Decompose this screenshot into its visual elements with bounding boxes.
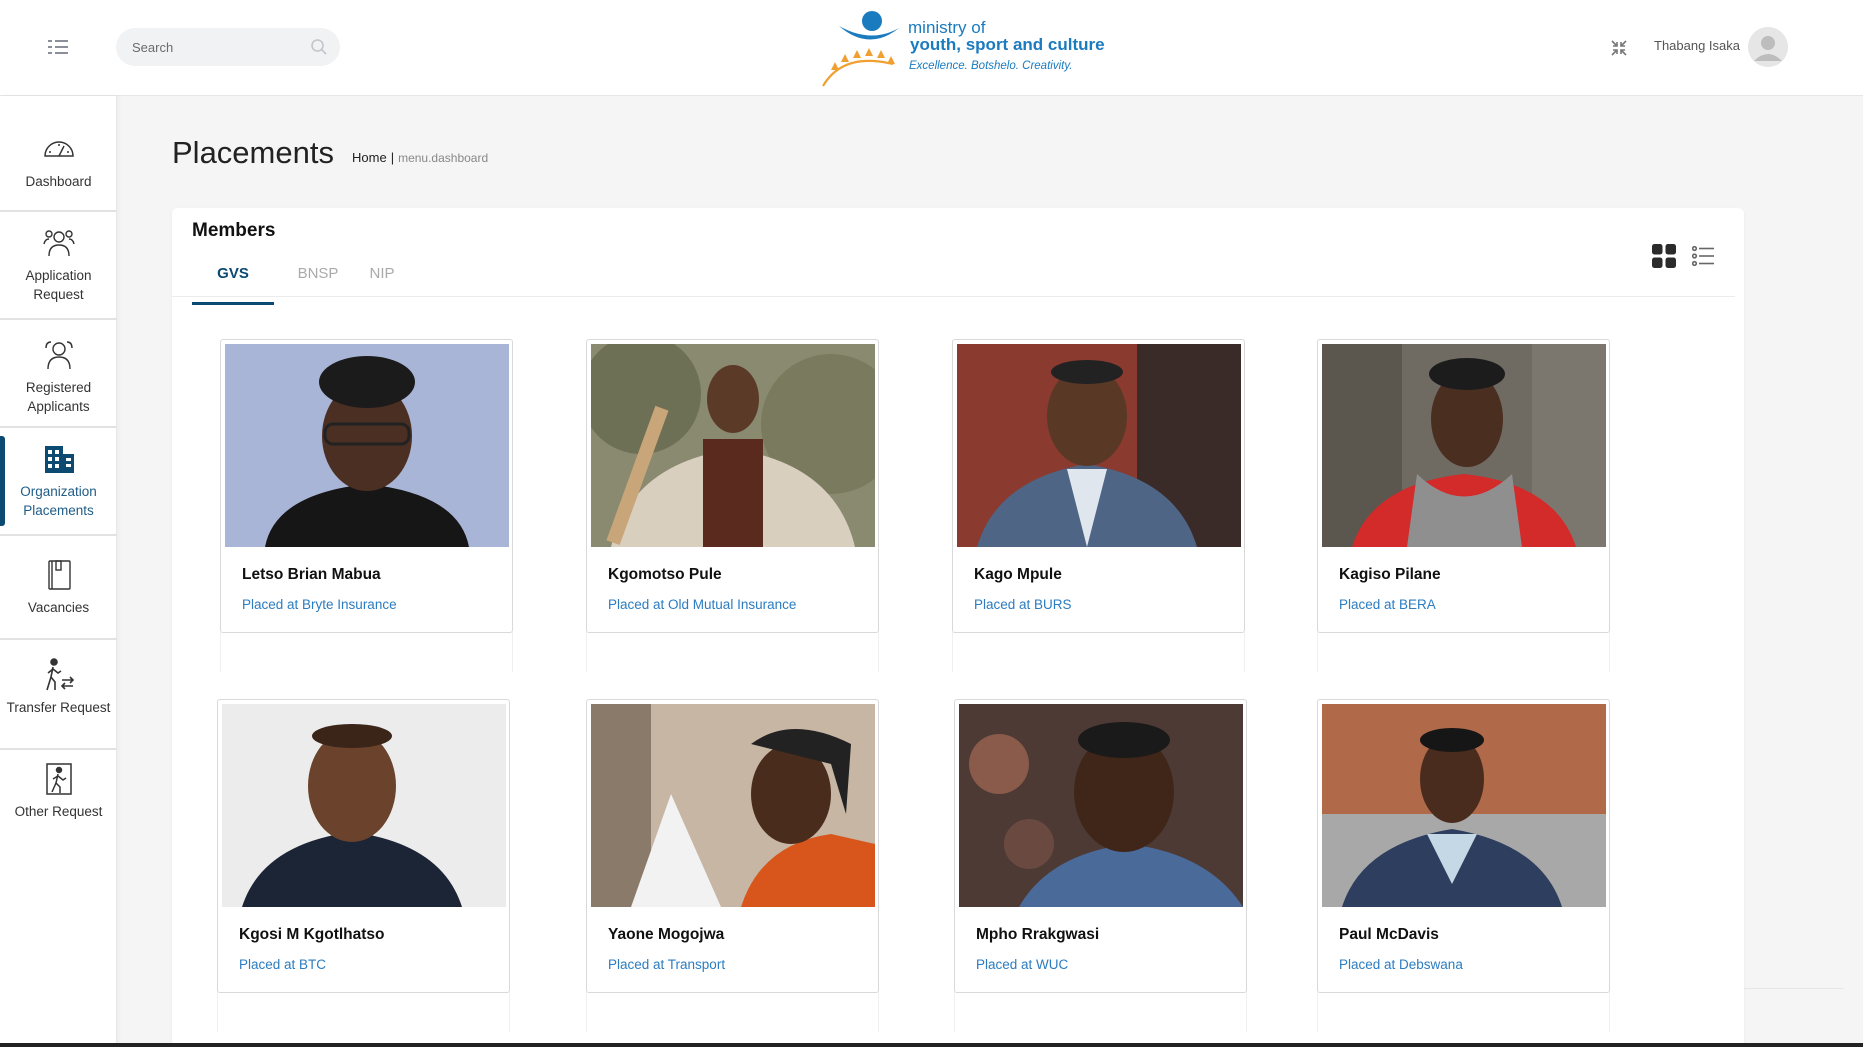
member-card[interactable]: Kagiso Pilane Placed at BERA xyxy=(1317,339,1610,672)
sidebar-item-label: Transfer Request xyxy=(6,700,111,715)
breadcrumb-current: menu.dashboard xyxy=(398,151,489,165)
gauge-icon xyxy=(42,132,76,166)
sidebar-item-vacancies[interactable]: Vacancies xyxy=(0,536,117,640)
member-name: Yaone Mogojwa xyxy=(608,926,725,943)
member-name: Kgosi M Kgotlhatso xyxy=(239,926,385,943)
sidebar-item-label: Application Request xyxy=(25,268,92,302)
menu-toggle-icon[interactable] xyxy=(46,38,70,56)
logo-tagline: Excellence. Botshelo. Creativity. xyxy=(909,60,1073,72)
member-photo xyxy=(225,344,509,547)
sidebar-item-transfer-request[interactable]: Transfer Request xyxy=(0,640,117,750)
breadcrumb-separator: | xyxy=(390,150,395,165)
search-icon[interactable] xyxy=(310,38,328,56)
sidebar: Dashboard Application Request Registered… xyxy=(0,96,117,1047)
member-card[interactable]: Yaone Mogojwa Placed at Transport xyxy=(586,699,879,1032)
building-icon xyxy=(42,442,76,476)
placement-link[interactable]: Placed at Bryte Insurance xyxy=(242,597,397,612)
member-photo xyxy=(957,344,1241,547)
logo-text-name: youth, sport and culture xyxy=(910,35,1105,54)
list-view-icon[interactable] xyxy=(1691,245,1714,267)
tab-nip[interactable]: NIP xyxy=(360,252,404,305)
exit-door-icon xyxy=(42,762,76,796)
placement-link[interactable]: Placed at BTC xyxy=(239,957,326,972)
breadcrumb: Home | menu.dashboard xyxy=(352,150,488,165)
search-box xyxy=(116,28,340,66)
placement-link[interactable]: Placed at BURS xyxy=(974,597,1072,612)
people-icon xyxy=(42,226,76,260)
bottom-border xyxy=(0,1043,1863,1047)
tabs-divider xyxy=(172,296,1735,297)
search-input[interactable] xyxy=(132,28,302,66)
ministry-logo: ministry of youth, sport and culture Exc… xyxy=(815,6,1115,90)
member-name: Mpho Rrakgwasi xyxy=(976,926,1100,943)
tab-bnsp[interactable]: BNSP xyxy=(288,252,348,305)
member-name: Kgomotso Pule xyxy=(608,566,722,583)
member-photo xyxy=(591,344,875,547)
member-card[interactable]: Kgosi M Kgotlhatso Placed at BTC xyxy=(217,699,510,1032)
member-name: Paul McDavis xyxy=(1339,926,1439,943)
user-name[interactable]: Thabang Isaka xyxy=(1654,38,1740,53)
sidebar-item-application-request[interactable]: Application Request xyxy=(0,212,117,320)
top-header: ministry of youth, sport and culture Exc… xyxy=(0,0,1863,96)
sidebar-item-label: Registered Applicants xyxy=(25,380,92,414)
member-photo xyxy=(1322,344,1606,547)
member-name: Kago Mpule xyxy=(974,566,1062,583)
member-photo xyxy=(959,704,1243,907)
sidebar-item-organization-placements[interactable]: Organization Placements xyxy=(0,428,117,536)
panel-title: Members xyxy=(192,220,276,241)
member-name: Kagiso Pilane xyxy=(1339,566,1441,583)
fullscreen-exit-icon[interactable] xyxy=(1609,38,1629,58)
user-avatar[interactable] xyxy=(1748,27,1788,67)
walking-transfer-icon xyxy=(42,658,76,692)
member-card[interactable]: Mpho Rrakgwasi Placed at WUC xyxy=(954,699,1247,1032)
members-panel: Members GVS BNSP NIP Letso Brian Mabua P… xyxy=(172,208,1744,1047)
member-card[interactable]: Kago Mpule Placed at BURS xyxy=(952,339,1245,672)
placement-link[interactable]: Placed at WUC xyxy=(976,957,1068,972)
member-name: Letso Brian Mabua xyxy=(242,566,381,583)
sidebar-item-label: Vacancies xyxy=(27,600,90,615)
member-photo xyxy=(1322,704,1606,907)
placement-link[interactable]: Placed at Debswana xyxy=(1339,957,1463,972)
sidebar-item-label: Other Request xyxy=(14,804,103,819)
placement-link[interactable]: Placed at Transport xyxy=(608,957,725,972)
member-card[interactable]: Paul McDavis Placed at Debswana xyxy=(1317,699,1610,1032)
sidebar-item-label: Dashboard xyxy=(25,174,92,189)
member-card[interactable]: Kgomotso Pule Placed at Old Mutual Insur… xyxy=(586,339,879,672)
member-photo xyxy=(222,704,506,907)
book-icon xyxy=(42,558,76,592)
placement-link[interactable]: Placed at Old Mutual Insurance xyxy=(608,597,796,612)
sidebar-item-registered-applicants[interactable]: Registered Applicants xyxy=(0,320,117,428)
sidebar-item-dashboard[interactable]: Dashboard xyxy=(0,96,117,212)
page-title: Placements xyxy=(172,135,334,170)
person-icon xyxy=(42,338,76,372)
grid-view-icon[interactable] xyxy=(1652,244,1676,268)
sidebar-item-other-request[interactable]: Other Request xyxy=(0,750,117,860)
placement-link[interactable]: Placed at BERA xyxy=(1339,597,1436,612)
breadcrumb-home[interactable]: Home xyxy=(352,150,387,165)
tab-gvs[interactable]: GVS xyxy=(192,252,274,305)
logo-emblem-icon xyxy=(822,11,899,87)
divider xyxy=(1744,988,1844,989)
member-card[interactable]: Letso Brian Mabua Placed at Bryte Insura… xyxy=(220,339,513,672)
member-photo xyxy=(591,704,875,907)
sidebar-item-label: Organization Placements xyxy=(20,484,97,518)
